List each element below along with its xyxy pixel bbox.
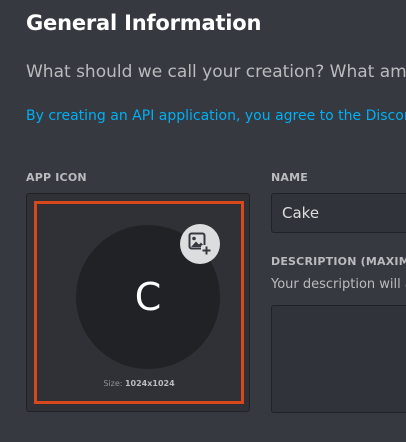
description-label: DESCRIPTION (MAXIMUM 400 CHARACTERS) [271, 255, 406, 268]
page-title: General Information [26, 11, 262, 35]
name-label: NAME [271, 171, 308, 184]
app-icon-size-text: Size: 1024x1024 [37, 379, 241, 388]
upload-image-button[interactable] [180, 224, 220, 264]
app-icon-size-value: 1024x1024 [124, 379, 175, 388]
general-information-page: General Information What should we call … [0, 0, 406, 442]
app-icon-highlight: C Size: 1024x1024 [34, 201, 244, 404]
terms-of-service-link[interactable]: By creating an API application, you agre… [26, 108, 406, 124]
page-subtitle: What should we call your creation? What … [26, 62, 406, 82]
app-icon-label: APP ICON [26, 171, 87, 184]
description-hint: Your description will appear in the Abou… [271, 277, 406, 292]
app-icon-panel: C Size: 1024x1024 [26, 193, 250, 412]
add-image-icon [188, 232, 212, 256]
description-textarea[interactable] [271, 305, 406, 413]
name-input[interactable] [271, 193, 406, 233]
app-icon-size-prefix: Size: [103, 379, 123, 388]
